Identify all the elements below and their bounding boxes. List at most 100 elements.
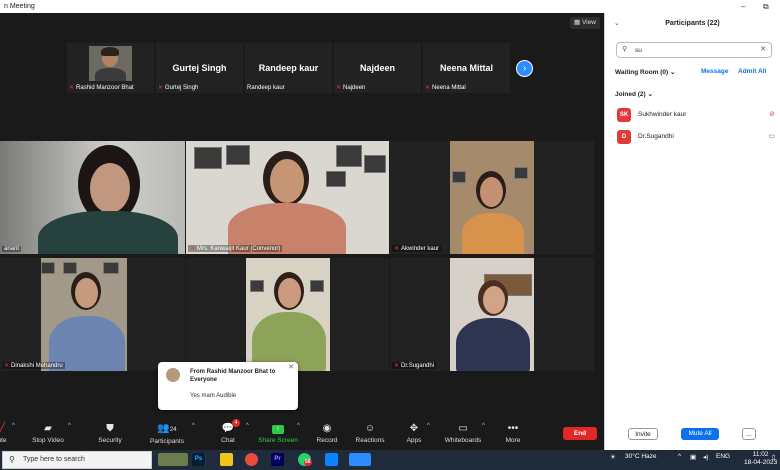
mic-muted-icon: ✕ xyxy=(69,85,75,91)
shield-icon: ⛊ xyxy=(106,423,114,434)
strip-tile[interactable]: Randeep kaur Randeep kaur xyxy=(245,43,332,93)
chevron-down-icon: ⌄ xyxy=(647,91,653,98)
more-icon: ••• xyxy=(507,423,519,434)
chat-badge: 4 xyxy=(232,419,240,427)
video-tile[interactable]: ✕ Dr.Sugandhi xyxy=(390,258,594,371)
mic-muted-icon: ✕ xyxy=(425,85,431,91)
next-page-button[interactable]: › xyxy=(516,60,533,77)
participant-name: Randeep kaur xyxy=(247,85,285,91)
file-explorer-icon[interactable] xyxy=(220,453,233,466)
joined-header[interactable]: Joined (2) ⌄ xyxy=(615,90,653,98)
avatar: SK xyxy=(617,108,631,122)
network-icon[interactable]: ▣ xyxy=(690,453,696,461)
mic-muted-icon: ✕ xyxy=(158,85,164,91)
participant-name-large: Gurtej Singh xyxy=(172,63,227,73)
participant-name: ✕ Dr.Sugandhi xyxy=(392,362,437,369)
strip-tile[interactable]: ✕ Rashid Manzoor Bhat xyxy=(67,43,154,93)
admit-all-link[interactable]: Admit All xyxy=(738,68,766,75)
people-icon: 👥24 xyxy=(157,423,177,434)
record-icon: ◉ xyxy=(322,423,332,434)
security-button[interactable]: ⛊ Security xyxy=(88,422,132,445)
strip-tile[interactable]: Najdeen ✕ Najdeen xyxy=(334,43,421,93)
video-tile[interactable]: anant xyxy=(0,141,185,254)
strip-tile[interactable]: Gurtej Singh ✕ Gurtej Singh xyxy=(156,43,243,93)
panel-title: Participants (22) xyxy=(665,20,720,27)
mic-muted-icon: ✕ xyxy=(394,246,400,252)
record-button[interactable]: ◉ Record xyxy=(305,422,349,445)
video-tile[interactable]: ✕ Akwinder kaur xyxy=(390,141,594,254)
participant-name: Dr.Sugandhi xyxy=(638,133,674,140)
waiting-room-header[interactable]: Waiting Room (0) ⌄ xyxy=(615,68,675,76)
participant-video xyxy=(0,141,185,254)
chevron-up-icon[interactable]: ^ xyxy=(12,423,15,429)
participant-name: ✕ Gurtej Singh xyxy=(158,85,199,91)
weather-text[interactable]: 30°C Haze xyxy=(625,453,657,460)
chat-icon: 💬 4 xyxy=(206,419,250,436)
invite-button[interactable]: Invite xyxy=(628,428,658,440)
participant-photo xyxy=(89,46,132,81)
view-button[interactable]: ▦ View xyxy=(570,17,600,29)
minimize-icon[interactable]: – xyxy=(741,0,745,13)
participant-name: ✕ Najdeen xyxy=(336,85,366,91)
participant-name: ✕ Akwinder kaur xyxy=(392,245,442,252)
participant-name: Sukhwinder kaur xyxy=(638,111,687,118)
stop-video-button[interactable]: ▰ Stop Video xyxy=(26,422,70,445)
participants-button[interactable]: 👥24 Participants xyxy=(145,422,189,446)
language-icon[interactable]: ENG xyxy=(716,453,730,460)
avatar xyxy=(166,368,180,382)
chrome-icon[interactable] xyxy=(245,453,258,466)
chat-button[interactable]: 💬 4 Chat xyxy=(206,419,250,445)
app-icon[interactable] xyxy=(325,453,338,466)
participant-row[interactable]: SK Sukhwinder kaur ⊘ xyxy=(615,108,775,124)
message-link[interactable]: Message xyxy=(701,68,728,75)
reactions-button[interactable]: ☺ Reactions xyxy=(348,422,392,445)
participant-row[interactable]: D Dr.Sugandhi ▭ xyxy=(615,130,775,146)
photoshop-icon[interactable]: Ps xyxy=(192,453,205,466)
volume-icon[interactable]: ◂) xyxy=(703,453,708,461)
chat-notification[interactable]: From Rashid Manzoor Bhat to Everyone Yes… xyxy=(158,362,298,410)
whiteboard-icon: ▭ xyxy=(458,423,468,434)
participant-name: ✕ Neena Mittal xyxy=(425,85,466,91)
participant-video xyxy=(450,258,534,371)
restore-icon[interactable]: ⧉ xyxy=(763,0,769,13)
end-button[interactable]: End xyxy=(563,427,597,440)
participant-video xyxy=(246,258,330,371)
window-title: n Meeting xyxy=(4,3,35,10)
mute-all-button[interactable]: Mute All xyxy=(681,428,719,440)
taskbar-search[interactable]: ⚲ Type here to search xyxy=(2,451,152,469)
participant-name: ✕ Mrs. Kanwaljit Kaur (Convenor) xyxy=(188,245,283,252)
participant-video xyxy=(41,258,127,371)
mic-muted-icon: ✕ xyxy=(190,246,196,252)
chevron-up-icon[interactable]: ^ xyxy=(482,423,485,429)
share-screen-button[interactable]: ↑ Share Screen xyxy=(256,422,300,445)
chevron-up-icon[interactable]: ^ xyxy=(246,423,249,429)
whiteboards-button[interactable]: ▭ Whiteboards xyxy=(441,422,485,445)
participants-panel: ⌄ Participants (22) ⚲ ✕ Waiting Room (0)… xyxy=(604,13,780,450)
clear-icon[interactable]: ✕ xyxy=(760,45,766,53)
chevron-up-icon[interactable]: ^ xyxy=(68,423,71,429)
more-button[interactable]: ••• More xyxy=(491,422,535,445)
chevron-up-icon[interactable]: ^ xyxy=(678,453,681,460)
chevron-down-icon: ⌄ xyxy=(670,69,676,76)
more-options-button[interactable]: ... xyxy=(742,428,756,440)
chevron-up-icon[interactable]: ^ xyxy=(192,423,195,429)
chevron-up-icon[interactable]: ^ xyxy=(427,423,430,429)
video-tile[interactable]: ✕ Mrs. Kanwaljit Kaur (Convenor) xyxy=(186,141,389,254)
video-tile[interactable]: ✕ Dinakshi Mehandru xyxy=(0,258,185,371)
close-icon[interactable]: ✕ xyxy=(288,363,294,371)
strip-tile[interactable]: Neena Mittal ✕ Neena Mittal xyxy=(423,43,510,93)
video-tile[interactable] xyxy=(186,258,389,371)
search-field[interactable]: ⚲ ✕ xyxy=(616,42,772,58)
premiere-icon[interactable]: Pr xyxy=(271,453,284,466)
chevron-up-icon[interactable]: ^ xyxy=(297,423,300,429)
whatsapp-icon[interactable]: 56 xyxy=(298,453,312,466)
weather-icon: ☀ xyxy=(610,454,616,461)
mic-muted-icon: ✕ xyxy=(336,85,342,91)
participant-name: ✕ Rashid Manzoor Bhat xyxy=(69,85,134,91)
window-titlebar: n Meeting – ⧉ xyxy=(0,0,780,13)
chevron-right-icon: › xyxy=(522,63,527,74)
search-input[interactable] xyxy=(635,45,755,55)
notification-icon[interactable]: ▯ xyxy=(772,453,776,461)
zoom-icon[interactable] xyxy=(349,453,371,466)
